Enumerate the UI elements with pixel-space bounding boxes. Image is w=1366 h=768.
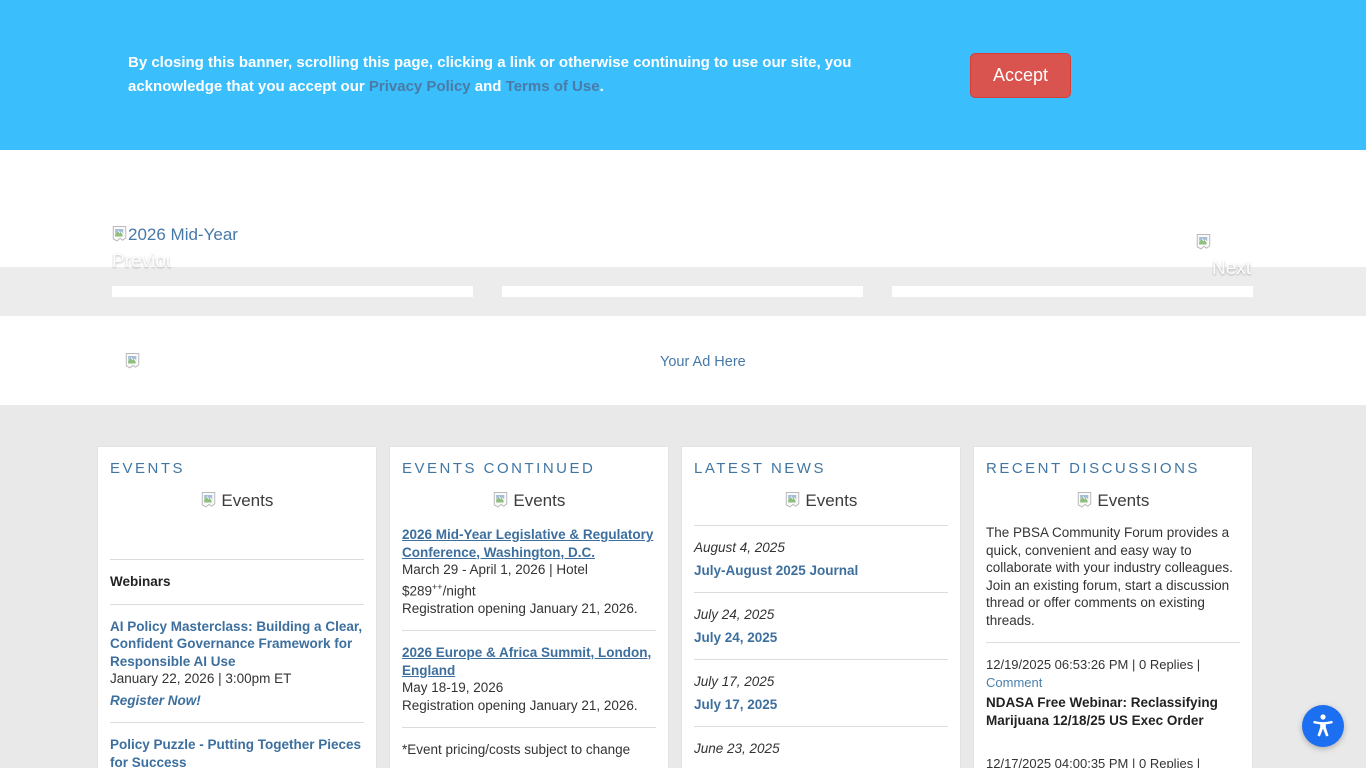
event-item: Policy Puzzle - Putting Together Pieces … xyxy=(110,736,364,768)
divider xyxy=(694,592,948,593)
broken-image-icon xyxy=(1077,491,1097,513)
events-image-alt: Events xyxy=(513,490,566,510)
divider xyxy=(110,722,364,723)
accessibility-icon xyxy=(1310,712,1336,741)
divider xyxy=(402,727,656,728)
recent-discussions-heading: RECENT DISCUSSIONS xyxy=(986,460,1200,477)
your-ad-here-link[interactable]: Your Ad Here xyxy=(660,354,746,370)
divider xyxy=(694,525,948,526)
divider xyxy=(110,559,364,560)
news-link[interactable]: July 24, 2025 xyxy=(694,630,777,645)
divider xyxy=(402,630,656,631)
broken-image-icon xyxy=(785,491,805,513)
cookie-banner: By closing this banner, scrolling this p… xyxy=(0,0,1366,150)
cookie-and-text: and xyxy=(470,78,506,95)
broken-image-icon xyxy=(201,491,221,513)
event-registration-note: Registration opening January 21, 2026. xyxy=(402,697,638,713)
events-image-alt: Events xyxy=(221,490,274,510)
event-item: 2026 Europe & Africa Summit, London, Eng… xyxy=(402,644,656,714)
comment-link[interactable]: Comment xyxy=(986,675,1042,690)
news-image: Events xyxy=(694,491,948,513)
events-continued-card: EVENTS CONTINUED Events 2026 Mid-Year Le… xyxy=(389,446,669,768)
events-heading: EVENTS xyxy=(110,460,186,477)
news-item: July 24, 2025 July 24, 2025 xyxy=(694,606,948,646)
broken-image-icon xyxy=(493,491,513,513)
divider xyxy=(694,726,948,727)
cookie-period: . xyxy=(599,78,604,95)
event-date: May 18-19, 2026 xyxy=(402,680,504,695)
events-image: Events xyxy=(402,491,656,513)
news-date: July 24, 2025 xyxy=(694,607,775,622)
news-item: July 17, 2025 July 17, 2025 xyxy=(694,673,948,713)
event-date-sup: ++ xyxy=(432,581,443,592)
discussion-title: NDASA Free Webinar: Reclassifying Mariju… xyxy=(986,695,1218,728)
accessibility-widget-button[interactable] xyxy=(1302,705,1344,747)
news-date: June 23, 2025 xyxy=(694,741,780,756)
news-link[interactable]: July 17, 2025 xyxy=(694,697,777,712)
carousel-slide-link[interactable]: 2026 Mid-Year xyxy=(112,225,238,248)
latest-news-card: LATEST NEWS Events August 4, 2025 July-A… xyxy=(681,446,961,768)
pricing-footnote: *Event pricing/costs subject to change xyxy=(402,742,631,757)
broken-image-icon xyxy=(112,225,127,248)
content-columns: EVENTS Events Webinars AI Policy Masterc… xyxy=(0,405,1366,768)
news-date: July 17, 2025 xyxy=(694,674,775,689)
broken-image-icon xyxy=(125,352,140,375)
divider xyxy=(110,603,364,605)
carousel-slide-alt-text: 2026 Mid-Year xyxy=(128,225,238,244)
event-title-link[interactable]: 2026 Mid-Year Legislative & Regulatory C… xyxy=(402,527,653,560)
terms-of-use-link[interactable]: Terms of Use xyxy=(506,78,600,95)
event-title-link[interactable]: Policy Puzzle - Putting Together Pieces … xyxy=(110,737,361,768)
carousel-previous-control[interactable]: Previous xyxy=(112,251,171,273)
register-now-link[interactable]: Register Now! xyxy=(110,692,201,710)
carousel-next-label: Next xyxy=(1212,258,1252,279)
events-card: EVENTS Events Webinars AI Policy Masterc… xyxy=(97,446,377,768)
cookie-message: By closing this banner, scrolling this p… xyxy=(113,51,938,99)
divider xyxy=(694,659,948,660)
event-title-link[interactable]: AI Policy Masterclass: Building a Clear,… xyxy=(110,619,362,669)
privacy-policy-link[interactable]: Privacy Policy xyxy=(369,78,471,95)
event-registration-note: Registration opening January 21, 2026. xyxy=(402,600,638,616)
webinars-subheading: Webinars xyxy=(110,574,171,589)
news-item: August 4, 2025 July-August 2025 Journal xyxy=(694,539,948,579)
news-date: August 4, 2025 xyxy=(694,540,785,555)
carousel-next-control[interactable]: Next xyxy=(1196,233,1254,280)
events-continued-heading: EVENTS CONTINUED xyxy=(402,460,596,477)
discussions-image: Events xyxy=(986,491,1240,513)
discussion-item: 12/17/2025 04:00:35 PM | 0 Replies | Com… xyxy=(986,755,1240,768)
event-date-suffix: /night xyxy=(442,583,476,598)
event-date: January 22, 2026 | 3:00pm ET xyxy=(110,671,292,686)
forum-intro: The PBSA Community Forum provides a quic… xyxy=(986,525,1233,628)
divider xyxy=(986,642,1240,643)
event-title-link[interactable]: 2026 Europe & Africa Summit, London, Eng… xyxy=(402,645,651,678)
discussion-meta: 12/17/2025 04:00:35 PM | 0 Replies | Com… xyxy=(986,755,1240,768)
carousel-indicator[interactable] xyxy=(112,286,473,297)
news-link[interactable]: July-August 2025 Journal xyxy=(694,563,858,578)
news-image-alt: Events xyxy=(805,490,858,510)
latest-news-heading: LATEST NEWS xyxy=(694,460,826,477)
event-date-text: March 29 - April 1, 2026 | Hotel $289 xyxy=(402,562,588,598)
accept-button[interactable]: Accept xyxy=(969,52,1071,98)
discussions-image-alt: Events xyxy=(1097,490,1150,510)
carousel-indicator[interactable] xyxy=(502,286,863,297)
broken-image-icon xyxy=(1196,234,1211,255)
carousel: 2026 Mid-Year Previous Next xyxy=(0,150,1366,317)
ad-strip: Your Ad Here xyxy=(0,317,1366,405)
recent-discussions-card: RECENT DISCUSSIONS Events The PBSA Commu… xyxy=(973,446,1253,768)
carousel-indicator[interactable] xyxy=(892,286,1253,297)
discussion-timestamp: 12/17/2025 04:00:35 PM | 0 Replies | xyxy=(986,756,1201,768)
news-item: June 23, 2025 xyxy=(694,740,948,758)
discussion-item: 12/19/2025 06:53:26 PM | 0 Replies | Com… xyxy=(986,656,1240,729)
events-image: Events xyxy=(110,491,364,513)
event-item: AI Policy Masterclass: Building a Clear,… xyxy=(110,618,364,710)
event-date: March 29 - April 1, 2026 | Hotel $289++/… xyxy=(402,561,656,600)
event-item: 2026 Mid-Year Legislative & Regulatory C… xyxy=(402,526,656,617)
discussion-timestamp: 12/19/2025 06:53:26 PM | 0 Replies | xyxy=(986,657,1201,672)
discussion-meta: 12/19/2025 06:53:26 PM | 0 Replies | Com… xyxy=(986,656,1240,691)
